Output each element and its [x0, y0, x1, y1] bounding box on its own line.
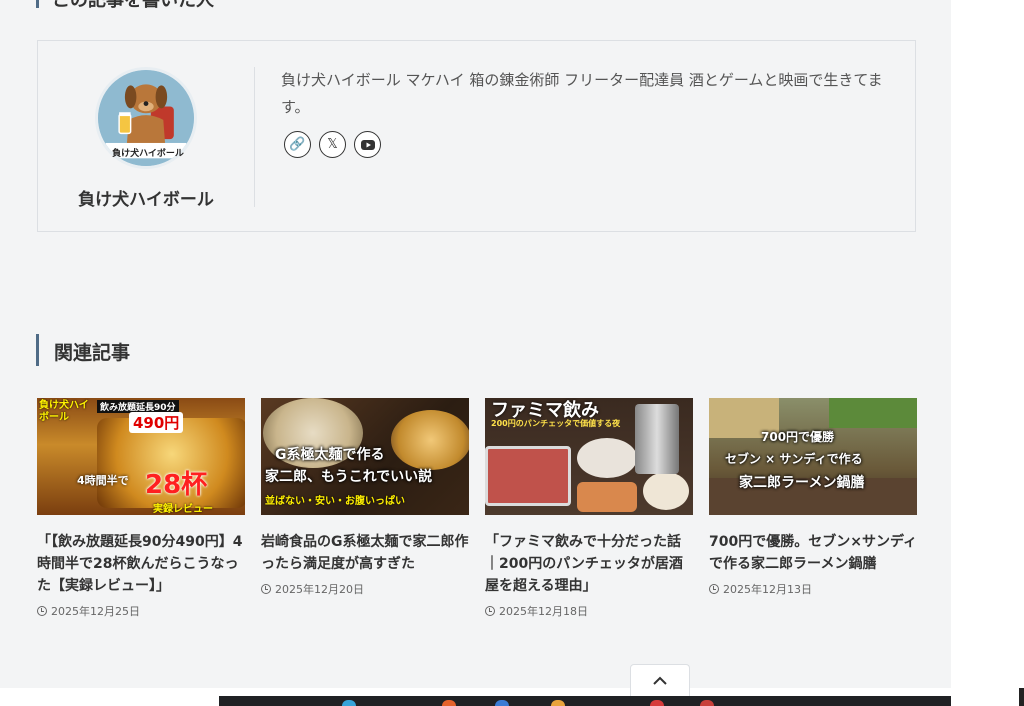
card-1-title[interactable]: 「【飲み放題延長90分490円】4時間半で28杯飲んだらこうなった【実録レビュー…: [37, 531, 245, 597]
thumb-2-line1: G系極太麺で作る: [275, 447, 385, 463]
thumb-2-line2: 家二郎、もうこれでいい説: [265, 469, 433, 485]
thumb-4-line2: セブン × サンディで作る: [725, 452, 863, 466]
thumbnail-1[interactable]: 負け犬ハイボール 飲み放題延長90分 490円 4時間半で 28杯 実録レビュー: [37, 398, 245, 515]
thumbnail-3[interactable]: ファミマ飲み 200円のパンチェッタで価値する夜: [485, 398, 693, 515]
thumb-1-line1: 負け犬ハイボール: [39, 400, 89, 423]
author-name[interactable]: 負け犬ハイボール: [38, 185, 254, 210]
thumbnail-2[interactable]: G系極太麺で作る 家二郎、もうこれでいい説 並ばない・安い・お腹いっぱい: [261, 398, 469, 515]
thumb-2-line3: 並ばない・安い・お腹いっぱい: [265, 496, 405, 507]
related-card-4[interactable]: 700円で優勝 セブン × サンディで作る 家二郎ラーメン鍋膳 700円で優勝。…: [709, 398, 917, 597]
sns-links: 🔗 𝕏: [284, 131, 381, 158]
clock-icon: [261, 584, 271, 594]
card-2-title[interactable]: 岩崎食品のG系極太麺で家二郎作ったら満足度が高すぎた: [261, 531, 469, 575]
author-divider: [254, 67, 255, 207]
related-card-3[interactable]: ファミマ飲み 200円のパンチェッタで価値する夜 「ファミマ飲みで十分だった話｜…: [485, 398, 693, 619]
card-3-title[interactable]: 「ファミマ飲みで十分だった話｜200円のパンチェッタが居酒屋を超える理由」: [485, 531, 693, 597]
author-box: 負け犬ハイボール 負け犬ハイボール 負け犬ハイボール マケハイ 箱の錬金術師 フ…: [37, 40, 916, 232]
card-2-date-text: 2025年12月20日: [275, 583, 364, 596]
card-4-title[interactable]: 700円で優勝。セブン×サンディで作る家二郎ラーメン鍋膳: [709, 531, 917, 575]
card-3-date: 2025年12月18日: [485, 603, 693, 619]
author-bio: 負け犬ハイボール マケハイ 箱の錬金術師 フリーター配達員 酒とゲームと映画で生…: [281, 71, 883, 116]
taskbar-app-icon[interactable]: [551, 700, 565, 706]
link-icon[interactable]: 🔗: [284, 131, 311, 158]
chevron-up-icon: [653, 676, 667, 685]
x-icon[interactable]: 𝕏: [319, 131, 346, 158]
youtube-icon[interactable]: [354, 131, 381, 158]
card-1-date-text: 2025年12月25日: [51, 605, 140, 618]
related-title: 関連記事: [54, 342, 131, 364]
page-top-button[interactable]: [630, 664, 690, 696]
taskbar: [219, 696, 951, 706]
main-content: この記事を書いた人 負け犬ハイボール 負け犬ハイボール 負け犬ハイボール マケハ…: [0, 0, 951, 706]
scrollbar[interactable]: [1019, 688, 1024, 706]
taskbar-app-icon[interactable]: [342, 700, 356, 706]
thumb-1-line5: 28杯: [145, 470, 208, 500]
related-card-2[interactable]: G系極太麺で作る 家二郎、もうこれでいい説 並ばない・安い・お腹いっぱい 岩崎食…: [261, 398, 469, 597]
thumb-4-line3: 家二郎ラーメン鍋膳: [739, 475, 865, 491]
card-3-date-text: 2025年12月18日: [499, 605, 588, 618]
author-section-heading: この記事を書いた人: [52, 0, 214, 11]
taskbar-app-icon[interactable]: [442, 700, 456, 706]
taskbar-app-icon[interactable]: [495, 700, 509, 706]
avatar-caption: 負け犬ハイボール: [112, 149, 184, 159]
taskbar-app-icon[interactable]: [650, 700, 664, 706]
heading-accent-bar: [36, 0, 39, 8]
thumb-1-line3: 490円: [129, 412, 184, 433]
clock-icon: [37, 606, 47, 616]
thumbnail-4[interactable]: 700円で優勝 セブン × サンディで作る 家二郎ラーメン鍋膳: [709, 398, 917, 515]
thumb-1-line6: 実録レビュー: [153, 504, 213, 515]
clock-icon: [485, 606, 495, 616]
related-accent-bar: [36, 334, 39, 366]
card-1-date: 2025年12月25日: [37, 603, 245, 619]
clock-icon: [709, 584, 719, 594]
thumb-4-line1: 700円で優勝: [761, 430, 835, 444]
related-card-1[interactable]: 負け犬ハイボール 飲み放題延長90分 490円 4時間半で 28杯 実録レビュー…: [37, 398, 245, 619]
thumb-1-line4: 4時間半で: [77, 474, 129, 487]
card-4-date: 2025年12月13日: [709, 581, 917, 597]
thumb-3-line2: 200円のパンチェッタで価値する夜: [491, 419, 621, 428]
taskbar-app-icon[interactable]: [700, 700, 714, 706]
card-2-date: 2025年12月20日: [261, 581, 469, 597]
card-4-date-text: 2025年12月13日: [723, 583, 812, 596]
